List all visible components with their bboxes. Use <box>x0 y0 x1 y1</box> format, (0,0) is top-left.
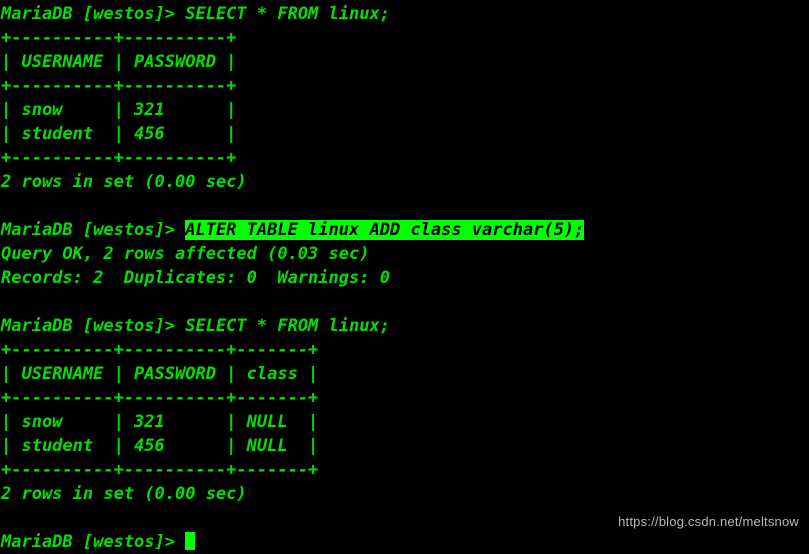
terminal-output-line: | USERNAME | PASSWORD | class | <box>0 362 809 386</box>
shell-prompt: MariaDB [westos]> <box>1 532 186 552</box>
sql-command: SELECT * FROM linux; <box>185 316 390 336</box>
terminal-output-line: | USERNAME | PASSWORD | <box>0 50 809 74</box>
terminal-text: 2 rows in set (0.00 sec) <box>1 484 247 504</box>
terminal-output-line: 2 rows in set (0.00 sec) <box>0 482 809 506</box>
terminal-output-line: 2 rows in set (0.00 sec) <box>0 170 809 194</box>
terminal-text: | snow | 321 | NULL | <box>1 412 319 432</box>
terminal-text: +----------+----------+-------+ <box>1 340 319 360</box>
highlighted-sql-command: ALTER TABLE linux ADD class varchar(5); <box>185 220 585 240</box>
terminal-output-line: Query OK, 2 rows affected (0.03 sec) <box>0 242 809 266</box>
terminal-text: | USERNAME | PASSWORD | class | <box>1 364 319 384</box>
terminal-text: +----------+----------+ <box>1 76 237 96</box>
sql-command: SELECT * FROM linux; <box>185 4 390 24</box>
terminal-output-line: +----------+----------+-------+ <box>0 386 809 410</box>
terminal-text: | USERNAME | PASSWORD | <box>1 52 237 72</box>
terminal-output-line: | student | 456 | <box>0 122 809 146</box>
terminal-output-line: +----------+----------+ <box>0 74 809 98</box>
terminal-active-prompt-line: MariaDB [westos]> <box>0 530 809 554</box>
terminal-output-line: +----------+----------+ <box>0 26 809 50</box>
shell-prompt: MariaDB [westos]> <box>1 220 186 240</box>
terminal-window[interactable]: MariaDB [westos]> SELECT * FROM linux; +-… <box>0 0 809 552</box>
terminal-command-line: MariaDB [westos]> SELECT * FROM linux; <box>0 314 809 338</box>
terminal-text: Records: 2 Duplicates: 0 Warnings: 0 <box>1 268 390 288</box>
shell-prompt: MariaDB [westos]> <box>1 4 186 24</box>
terminal-text: Query OK, 2 rows affected (0.03 sec) <box>1 244 370 264</box>
terminal-blank-line <box>0 290 809 314</box>
terminal-output-line: +----------+----------+ <box>0 146 809 170</box>
shell-prompt: MariaDB [westos]> <box>1 316 186 336</box>
terminal-output-line: | snow | 321 | <box>0 98 809 122</box>
terminal-output-line: | student | 456 | NULL | <box>0 434 809 458</box>
terminal-text: | student | 456 | NULL | <box>1 436 319 456</box>
terminal-text: +----------+----------+ <box>1 148 237 168</box>
terminal-output-line: | snow | 321 | NULL | <box>0 410 809 434</box>
terminal-output-line: +----------+----------+-------+ <box>0 458 809 482</box>
terminal-output-line: Records: 2 Duplicates: 0 Warnings: 0 <box>0 266 809 290</box>
terminal-blank-line <box>0 194 809 218</box>
terminal-text: | snow | 321 | <box>1 100 237 120</box>
terminal-text: +----------+----------+ <box>1 28 237 48</box>
terminal-output-area[interactable]: MariaDB [westos]> SELECT * FROM linux; +-… <box>0 2 809 554</box>
terminal-command-line: MariaDB [westos]> SELECT * FROM linux; <box>0 2 809 26</box>
watermark-url: https://blog.csdn.net/meltsnow <box>618 514 799 529</box>
terminal-text: 2 rows in set (0.00 sec) <box>1 172 247 192</box>
block-cursor[interactable] <box>185 532 196 550</box>
terminal-text: | student | 456 | <box>1 124 237 144</box>
terminal-command-line: MariaDB [westos]> ALTER TABLE linux ADD … <box>0 218 809 242</box>
terminal-text: +----------+----------+-------+ <box>1 388 319 408</box>
terminal-output-line: +----------+----------+-------+ <box>0 338 809 362</box>
terminal-text: +----------+----------+-------+ <box>1 460 319 480</box>
